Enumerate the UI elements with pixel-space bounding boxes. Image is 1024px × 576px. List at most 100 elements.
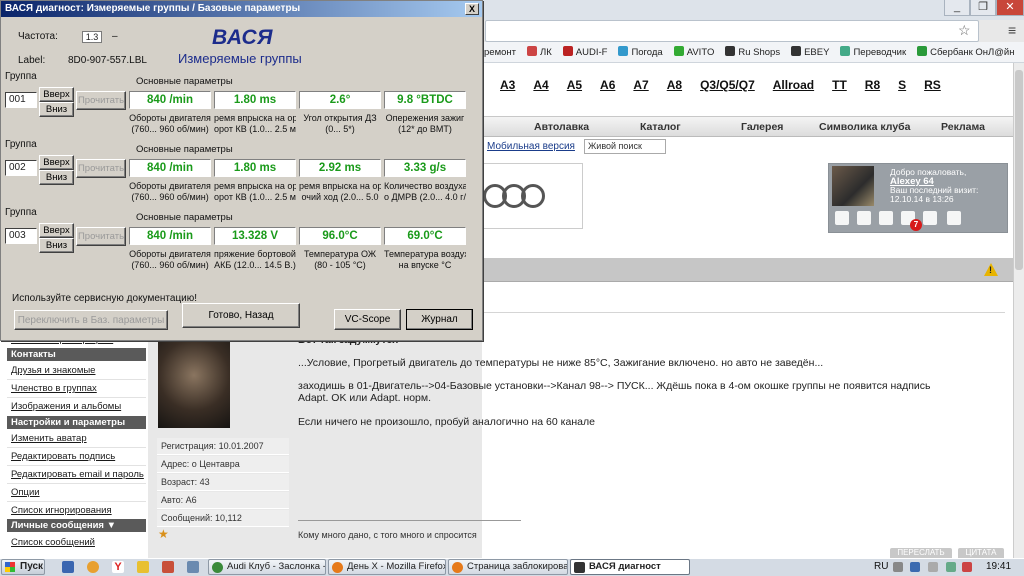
back-button[interactable]: Готово, Назад	[182, 303, 300, 328]
model-link-a7[interactable]: A7	[633, 78, 648, 92]
model-link-allroad[interactable]: Allroad	[773, 78, 814, 92]
forward-button[interactable]: ПЕРЕСЛАТЬ	[890, 548, 952, 558]
sidebar-section-messages[interactable]: Личные сообщения ▼	[7, 519, 146, 532]
bookmark-2[interactable]: AUDI-F	[562, 42, 607, 62]
group-read-button[interactable]: Прочитать	[76, 159, 126, 178]
live-search-input[interactable]: Живой поиск	[584, 139, 666, 154]
nav-autolavka[interactable]: Автолавка	[534, 121, 589, 133]
network-icon[interactable]	[910, 562, 920, 572]
group-down-button[interactable]: Вниз	[39, 102, 74, 117]
bookmark-4[interactable]: AVITO	[673, 42, 714, 62]
model-link-a6[interactable]: A6	[600, 78, 615, 92]
notification-badge: 7	[910, 219, 922, 231]
sberbank-icon	[917, 46, 928, 56]
group-read-button[interactable]: Прочитать	[76, 91, 126, 110]
player-icon[interactable]	[137, 561, 149, 573]
group-up-button[interactable]: Вверх	[39, 223, 74, 238]
measure-range: очий ход (2.0... 5.0	[301, 192, 379, 202]
browser-quicklaunch-icon[interactable]	[87, 561, 99, 573]
bookmark-7[interactable]: Переводчик	[840, 42, 906, 62]
nav-gallery[interactable]: Галерея	[741, 121, 783, 133]
copy-icon[interactable]	[879, 211, 893, 225]
bookmark-1[interactable]: ЛК	[526, 42, 552, 62]
mail-icon[interactable]	[835, 211, 849, 225]
bookmark-0[interactable]: ремонт	[484, 42, 516, 62]
nav-advertising[interactable]: Реклама	[941, 121, 985, 133]
group-down-button[interactable]: Вниз	[39, 238, 74, 253]
vasya-icon	[574, 562, 585, 573]
sidebar-link-ignore-list[interactable]: Список игнорирования	[11, 505, 112, 516]
model-link-a3[interactable]: A3	[500, 78, 515, 92]
nav-club-symbols[interactable]: Символика клуба	[819, 121, 911, 133]
sidebar-link-change-avatar[interactable]: Изменить аватар	[11, 433, 87, 444]
clock[interactable]: 19:41	[986, 561, 1011, 572]
label-label: Label:	[18, 55, 46, 66]
battery-icon[interactable]	[928, 562, 938, 572]
bookmark-label: ЛК	[539, 47, 552, 58]
measure-value: 840 /min	[129, 227, 211, 245]
measure-value: 13.328 V	[214, 227, 296, 245]
sidebar-link-options[interactable]: Опции	[11, 487, 40, 498]
sidebar-link-edit-signature[interactable]: Редактировать подпись	[11, 451, 115, 462]
save-icon[interactable]	[62, 561, 74, 573]
menu-icon[interactable]: ≡	[1008, 22, 1016, 38]
freq-dash: –	[112, 31, 118, 42]
logout-icon[interactable]	[947, 211, 961, 225]
cart-icon	[791, 46, 802, 56]
users-icon[interactable]	[857, 211, 871, 225]
task-firefox-day-x[interactable]: День Х - Mozilla Firefox	[328, 559, 446, 575]
nav-catalog[interactable]: Каталог	[640, 121, 681, 133]
group-read-button[interactable]: Прочитать	[76, 227, 126, 246]
bookmark-6[interactable]: EBEY	[791, 42, 829, 62]
bookmark-3[interactable]: Погода	[618, 42, 663, 62]
maximize-icon[interactable]: ❐	[970, 0, 996, 16]
group-up-button[interactable]: Вверх	[39, 87, 74, 102]
model-link-a8[interactable]: A8	[667, 78, 682, 92]
model-link-tt[interactable]: TT	[832, 78, 847, 92]
post-header-bar	[482, 258, 1013, 282]
tray-app-icon[interactable]	[962, 562, 972, 572]
sidebar-link-groups[interactable]: Членство в группах	[11, 383, 97, 394]
model-link-a4[interactable]: A4	[533, 78, 548, 92]
model-link-rs[interactable]: RS	[924, 78, 941, 92]
bookmark-5[interactable]: Ru Shops	[725, 42, 780, 62]
quote-button[interactable]: ЦИТАТА	[958, 548, 1004, 558]
help-icon[interactable]	[893, 562, 903, 572]
measure-range: (80 - 105 °С)	[314, 260, 366, 270]
task-vasya[interactable]: ВАСЯ диагност	[570, 559, 690, 575]
model-link-s[interactable]: S	[898, 78, 906, 92]
group-number-input[interactable]: 002	[5, 160, 37, 176]
vc-scope-button[interactable]: VC-Scope	[334, 309, 401, 330]
journal-button[interactable]: Журнал	[406, 309, 473, 330]
page-scrollbar-thumb[interactable]	[1015, 70, 1023, 270]
language-indicator[interactable]: RU	[874, 561, 888, 572]
group-number-input[interactable]: 003	[5, 228, 37, 244]
task-audi-club[interactable]: Audi Клуб - Заслонка - ...	[208, 559, 326, 575]
speaker-icon[interactable]	[946, 562, 956, 572]
bookmark-8[interactable]: Сбербанк ОнЛ@йн	[917, 42, 1015, 62]
group-number-input[interactable]: 001	[5, 92, 37, 108]
mobile-version-link[interactable]: Мобильная версия	[487, 141, 575, 152]
sidebar-link-albums[interactable]: Изображения и альбомы	[11, 401, 121, 412]
measure-range: (760... 960 об/мин)	[131, 192, 209, 202]
post-line-3: Adapt. OK или Adapt. норм.	[298, 392, 432, 404]
star-icon[interactable]: ☆	[958, 22, 971, 39]
sidebar-link-edit-email[interactable]: Редактировать email и пароль	[11, 469, 144, 480]
group-up-button[interactable]: Вверх	[39, 155, 74, 170]
app-icon[interactable]	[162, 561, 174, 573]
address-bar[interactable]	[485, 20, 979, 42]
group-down-button[interactable]: Вниз	[39, 170, 74, 185]
model-link-q3q5q7[interactable]: Q3/Q5/Q7	[700, 78, 755, 92]
task-blocked-page[interactable]: Страница заблокирова...	[448, 559, 568, 575]
model-link-r8[interactable]: R8	[865, 78, 880, 92]
model-link-a5[interactable]: A5	[567, 78, 582, 92]
switch-basic-params-button[interactable]: Переключить в Баз. параметры	[14, 310, 168, 330]
dialog-close-button[interactable]: X	[465, 3, 479, 15]
sidebar-link-message-list[interactable]: Список сообщений	[11, 537, 95, 548]
close-icon[interactable]: ✕	[996, 0, 1024, 16]
minimize-icon[interactable]: _	[944, 0, 970, 16]
yandex-icon[interactable]: Y	[112, 561, 124, 573]
sidebar-link-friends[interactable]: Друзья и знакомые	[11, 365, 95, 376]
gear-icon[interactable]	[923, 211, 937, 225]
app-icon[interactable]	[187, 561, 199, 573]
